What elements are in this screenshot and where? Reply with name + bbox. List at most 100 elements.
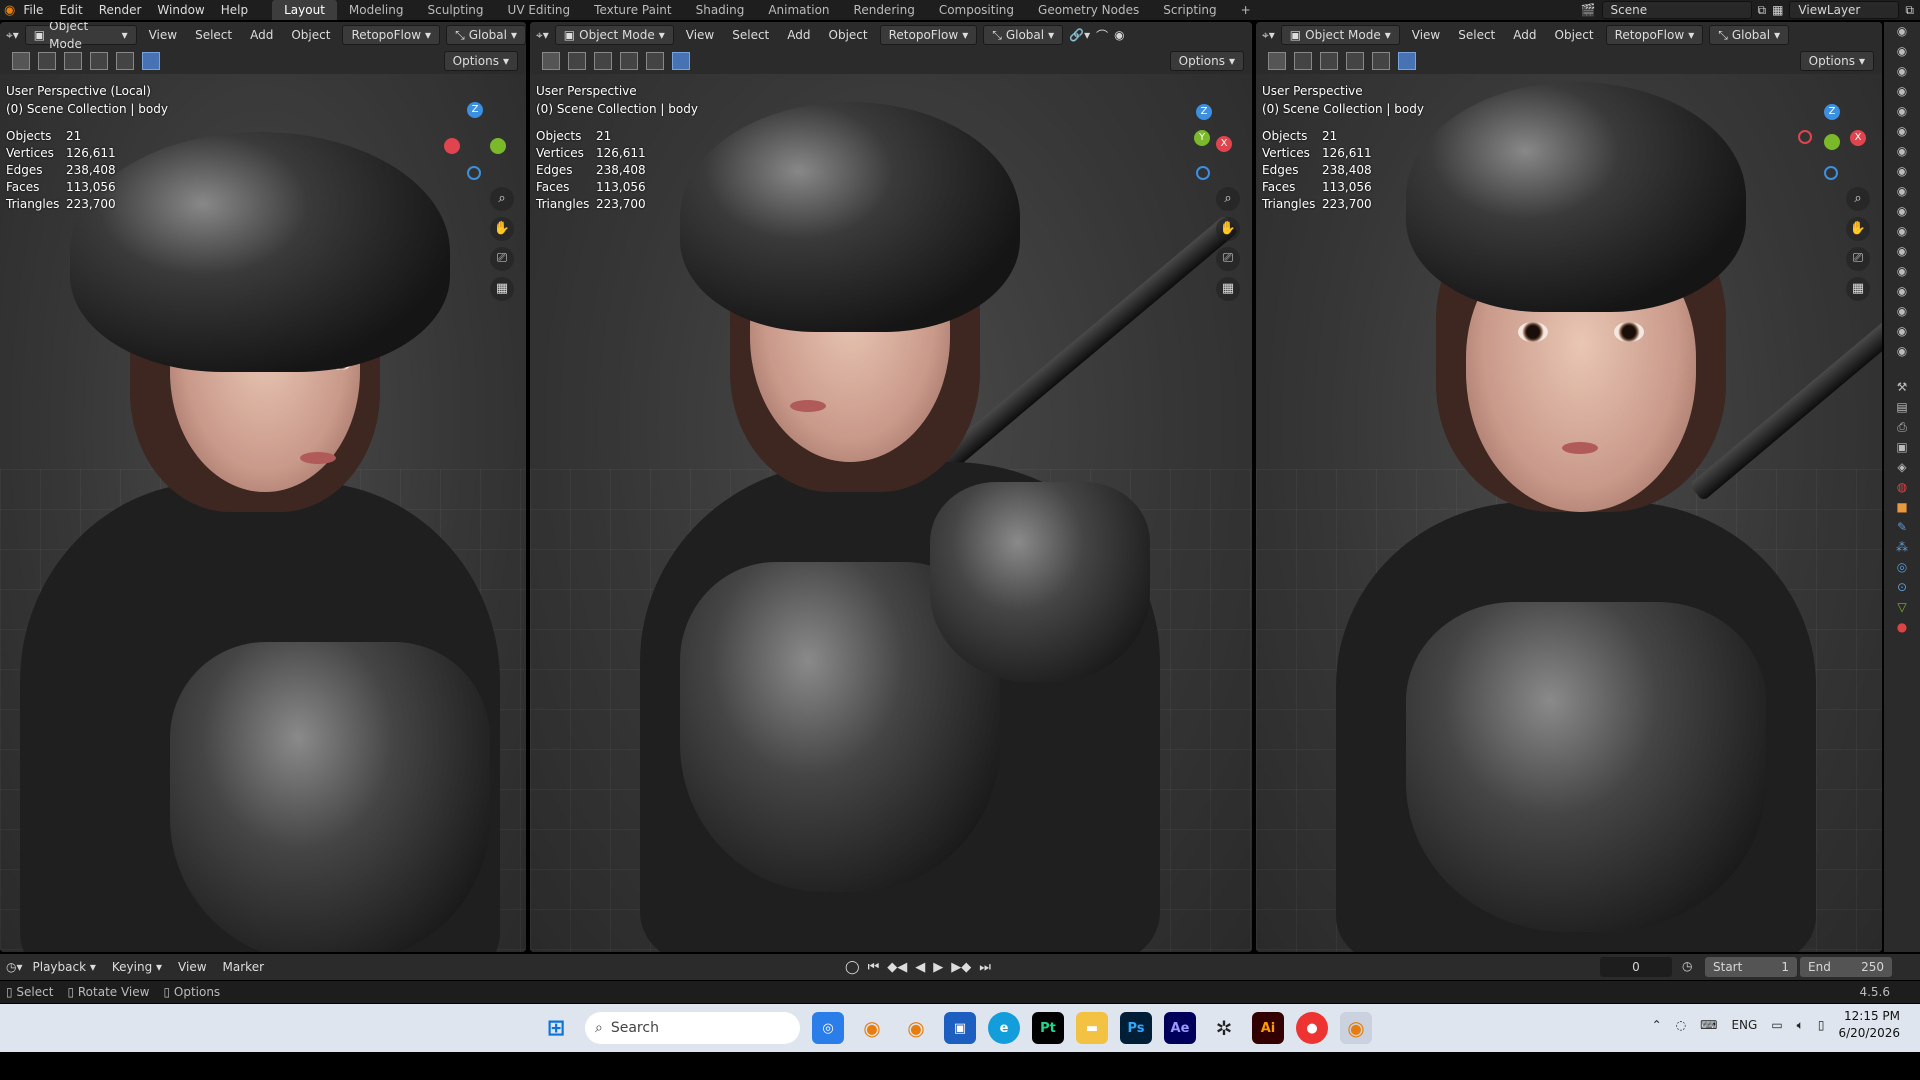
magnet-icon[interactable]: ⌒: [1096, 27, 1108, 44]
select-extend-icon[interactable]: [1320, 52, 1338, 70]
menu-object[interactable]: Object: [823, 28, 874, 42]
render-properties-icon[interactable]: ▤: [1892, 400, 1912, 418]
select-intersect-icon[interactable]: [672, 52, 690, 70]
clock-icon[interactable]: ◷: [1682, 959, 1692, 973]
camera-icon[interactable]: ◉: [1892, 64, 1912, 82]
start-frame-field[interactable]: Start 1: [1705, 957, 1797, 977]
camera-icon[interactable]: ◉: [1892, 244, 1912, 262]
viewport-right[interactable]: ⌖▾ ▣ Object Mode ▾ View Select Add Object…: [1256, 22, 1882, 952]
pycharm-icon[interactable]: Pt: [1032, 1012, 1064, 1044]
menu-select[interactable]: Select: [189, 28, 238, 42]
jump-end-icon[interactable]: ⏭: [979, 960, 991, 975]
tab-geometry-nodes[interactable]: Geometry Nodes: [1026, 0, 1151, 20]
orientation-selector[interactable]: ⤡ Global ▾: [1709, 25, 1790, 45]
camera-view-icon[interactable]: ⎚: [490, 247, 514, 271]
tab-modeling[interactable]: Modeling: [337, 0, 416, 20]
viewport-left[interactable]: ⌖▾ ▣ Object Mode ▾ View Select Add Object…: [0, 22, 526, 952]
menu-edit[interactable]: Edit: [51, 3, 90, 17]
taskbar-search[interactable]: ⌕ Search: [585, 1012, 800, 1044]
pan-hand-icon[interactable]: ✋: [1216, 217, 1240, 241]
select-tool-icon[interactable]: [1268, 52, 1286, 70]
blender-icon[interactable]: ◉: [900, 1012, 932, 1044]
blender-logo-icon[interactable]: ◉: [4, 3, 15, 18]
particles-icon[interactable]: ⁂: [1892, 540, 1912, 558]
ortho-grid-icon[interactable]: ▦: [1216, 277, 1240, 301]
camera-icon[interactable]: ◉: [1892, 84, 1912, 102]
camera-icon[interactable]: ◉: [1892, 144, 1912, 162]
chrome-icon[interactable]: ●: [1296, 1012, 1328, 1044]
language-indicator[interactable]: ENG: [1731, 1018, 1757, 1032]
app-icon[interactable]: ◎: [812, 1012, 844, 1044]
zoom-icon[interactable]: ⌕: [490, 187, 514, 211]
gizmo-x-axis[interactable]: X: [1850, 130, 1866, 146]
chevron-up-icon[interactable]: ⌃: [1652, 1018, 1662, 1032]
proportional-edit-icon[interactable]: ◉: [1114, 28, 1124, 42]
record-icon[interactable]: ◯: [845, 960, 860, 975]
camera-icon[interactable]: ◉: [1892, 184, 1912, 202]
store-icon[interactable]: ▣: [944, 1012, 976, 1044]
scene-selector[interactable]: Scene: [1601, 1, 1752, 19]
menu-render[interactable]: Render: [91, 3, 150, 17]
current-frame-field[interactable]: 0: [1600, 957, 1672, 977]
tab-uv-editing[interactable]: UV Editing: [496, 0, 583, 20]
prev-keyframe-icon[interactable]: ◆◀: [887, 960, 907, 975]
menu-file[interactable]: File: [15, 3, 51, 17]
gizmo-neg-z-axis[interactable]: [1824, 166, 1838, 180]
menu-select[interactable]: Select: [1452, 28, 1501, 42]
gizmo-z-axis[interactable]: Z: [1824, 104, 1840, 120]
start-windows-icon[interactable]: ⊞: [540, 1012, 572, 1044]
menu-view[interactable]: View: [143, 28, 183, 42]
select-new-icon[interactable]: [38, 52, 56, 70]
navigation-gizmo[interactable]: Z Y X: [1166, 102, 1236, 182]
view-layer-selector[interactable]: ViewLayer: [1789, 1, 1900, 19]
tab-sculpting[interactable]: Sculpting: [416, 0, 496, 20]
zbrush-icon[interactable]: ✲: [1208, 1012, 1240, 1044]
select-invert-icon[interactable]: [646, 52, 664, 70]
orientation-selector[interactable]: ⤡ Global ▾: [446, 25, 526, 45]
menu-view[interactable]: View: [1406, 28, 1446, 42]
camera-icon[interactable]: ◉: [1892, 324, 1912, 342]
menu-add[interactable]: Add: [781, 28, 816, 42]
tab-rendering[interactable]: Rendering: [842, 0, 927, 20]
zoom-icon[interactable]: ⌕: [1846, 187, 1870, 211]
tab-layout[interactable]: Layout: [272, 0, 337, 20]
output-properties-icon[interactable]: ⎙: [1892, 420, 1912, 438]
camera-icon[interactable]: ◉: [1892, 224, 1912, 242]
camera-view-icon[interactable]: ⎚: [1216, 247, 1240, 271]
network-icon[interactable]: ▭: [1771, 1018, 1782, 1032]
viewport-center[interactable]: ⌖▾ ▣ Object Mode ▾ View Select Add Object…: [530, 22, 1252, 952]
battery-icon[interactable]: ▯: [1818, 1018, 1825, 1032]
tab-texture-paint[interactable]: Texture Paint: [582, 0, 683, 20]
photoshop-icon[interactable]: Ps: [1120, 1012, 1152, 1044]
menu-keying[interactable]: Keying ▾: [106, 960, 168, 974]
camera-icon[interactable]: ◉: [1892, 344, 1912, 362]
menu-object[interactable]: Object: [1549, 28, 1600, 42]
camera-icon[interactable]: ◉: [1892, 44, 1912, 62]
material-icon[interactable]: ●: [1892, 620, 1912, 638]
editor-type-icon[interactable]: ⌖▾: [1262, 28, 1275, 43]
select-extend-icon[interactable]: [594, 52, 612, 70]
camera-view-icon[interactable]: ⎚: [1846, 247, 1870, 271]
menu-help[interactable]: Help: [213, 3, 256, 17]
menu-window[interactable]: Window: [149, 3, 212, 17]
mode-selector[interactable]: ▣ Object Mode ▾: [1280, 25, 1400, 45]
ortho-grid-icon[interactable]: ▦: [490, 277, 514, 301]
select-new-icon[interactable]: [1294, 52, 1312, 70]
tab-animation[interactable]: Animation: [756, 0, 841, 20]
select-tool-icon[interactable]: [12, 52, 30, 70]
tab-compositing[interactable]: Compositing: [927, 0, 1026, 20]
menu-playback[interactable]: Playback ▾: [27, 960, 102, 974]
menu-marker[interactable]: Marker: [217, 960, 270, 974]
blender-icon[interactable]: ◉: [856, 1012, 888, 1044]
object-properties-icon[interactable]: ■: [1892, 500, 1912, 518]
editor-type-icon[interactable]: ⌖▾: [536, 28, 549, 43]
gizmo-z-axis[interactable]: Z: [1196, 104, 1212, 120]
pan-hand-icon[interactable]: ✋: [490, 217, 514, 241]
select-subtract-icon[interactable]: [1346, 52, 1364, 70]
retopoflow-menu[interactable]: RetopoFlow ▾: [1605, 25, 1704, 45]
menu-add[interactable]: Add: [1507, 28, 1542, 42]
gizmo-neg-x-axis[interactable]: [1798, 130, 1812, 144]
gizmo-neg-z-axis[interactable]: [1196, 166, 1210, 180]
menu-view[interactable]: View: [680, 28, 720, 42]
navigation-gizmo[interactable]: Z X: [1796, 102, 1866, 182]
